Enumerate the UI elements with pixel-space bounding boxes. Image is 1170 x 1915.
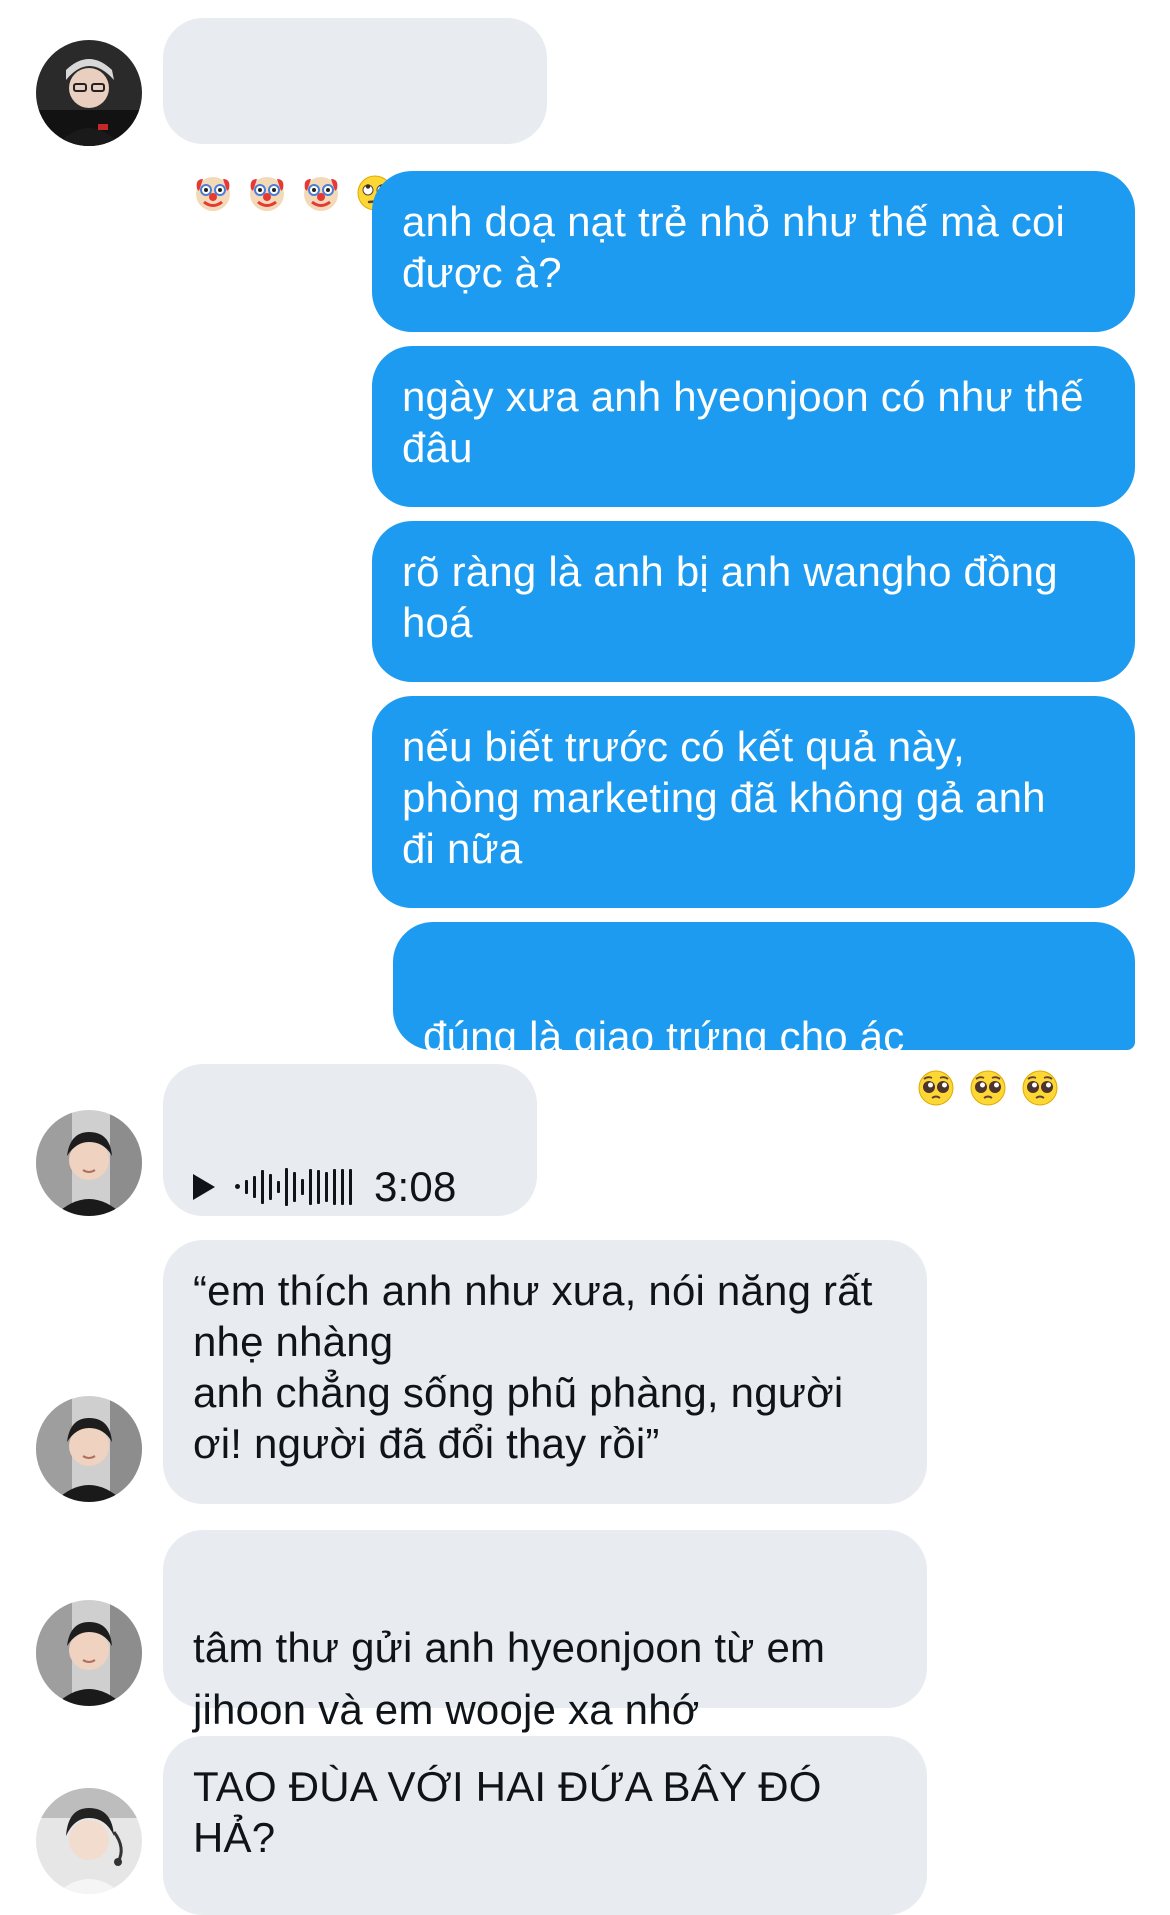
pleading-face-icon — [968, 1017, 1008, 1106]
voice-message-bubble[interactable]: 3:08 — [163, 1064, 537, 1216]
sender-avatar-3[interactable] — [36, 1788, 142, 1894]
face-with-rolling-eyes-icon — [463, 122, 503, 211]
relieved-face-icon — [764, 1685, 804, 1785]
message-bubble-10[interactable]: TAO ĐÙA VỚI HAI ĐỨA BÂY ĐÓ HẢ? — [163, 1736, 927, 1915]
play-icon[interactable] — [193, 1173, 215, 1200]
emoji-row — [712, 1685, 856, 1785]
message-bubble-9[interactable]: tâm thư gửi anh hyeonjoon từ em jihoon v… — [163, 1530, 927, 1785]
face-with-rolling-eyes-icon — [355, 122, 395, 211]
clown-face-icon — [193, 122, 233, 211]
message-bubble-1[interactable] — [163, 18, 547, 211]
message-bubble-5[interactable]: nếu biết trước có kết quả này, phòng mar… — [372, 696, 1135, 908]
relieved-face-icon — [816, 1685, 856, 1785]
sender-avatar-2[interactable] — [36, 1600, 142, 1706]
voice-duration: 3:08 — [374, 1163, 457, 1210]
waveform-icon — [235, 1167, 352, 1207]
message-text: đúng là giao trứng cho ác — [423, 1013, 905, 1060]
clown-face-icon — [301, 122, 341, 211]
message-bubble-2[interactable]: anh doạ nạt trẻ nhỏ như thế mà coi được … — [372, 171, 1135, 332]
pleading-face-icon — [1020, 1017, 1060, 1106]
message-thread: anh doạ nạt trẻ nhỏ như thế mà coi được … — [0, 0, 1170, 1915]
voice-message[interactable]: 3:08 — [193, 1161, 507, 1212]
relieved-face-icon — [712, 1685, 752, 1785]
sender-avatar-2[interactable] — [36, 1110, 142, 1216]
message-bubble-3[interactable]: ngày xưa anh hyeonjoon có như thế đâu — [372, 346, 1135, 507]
face-with-rolling-eyes-icon — [409, 122, 449, 211]
message-bubble-8[interactable]: “em thích anh như xưa, nói năng rất nhẹ … — [163, 1240, 927, 1504]
sender-avatar-1[interactable] — [36, 40, 142, 146]
message-bubble-6[interactable]: đúng là giao trứng cho ác — [393, 922, 1135, 1106]
clown-face-icon — [247, 122, 287, 211]
pleading-face-icon — [916, 1017, 956, 1106]
message-bubble-4[interactable]: rõ ràng là anh bị anh wangho đồng hoá — [372, 521, 1135, 682]
emoji-row — [193, 122, 503, 211]
emoji-row — [916, 1017, 1060, 1106]
sender-avatar-2[interactable] — [36, 1396, 142, 1502]
